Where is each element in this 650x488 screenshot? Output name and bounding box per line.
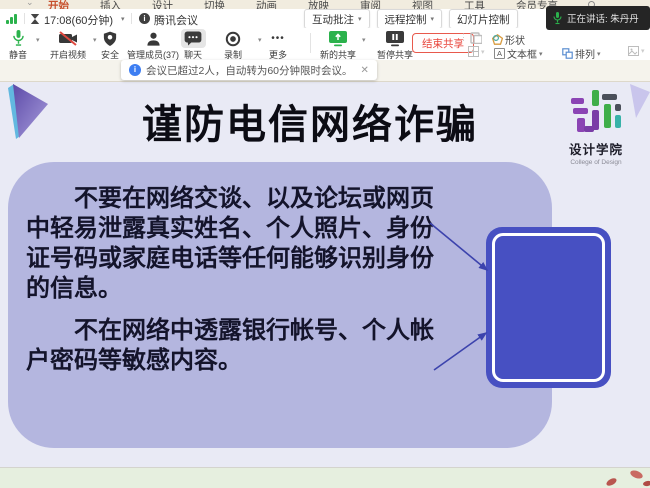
annotation-button-label: 互动批注 bbox=[312, 12, 354, 27]
chevron-down-icon: ▾ bbox=[597, 50, 601, 58]
textbox-icon: A bbox=[494, 48, 505, 59]
chevron-down-icon[interactable]: ▾ bbox=[36, 36, 40, 44]
meeting-toolbar: 静音 ▾ 开启视频 ▾ 安全 管理成员(37) bbox=[0, 28, 650, 60]
chevron-down-icon: ▾ bbox=[481, 48, 485, 56]
align-dropdown[interactable]: ▾ bbox=[468, 46, 485, 57]
ribbon-tab-home[interactable]: 开始 bbox=[48, 0, 69, 9]
ribbon-tab-tools[interactable]: 工具 bbox=[464, 0, 485, 9]
annotation-button[interactable]: 互动批注 ▾ bbox=[304, 9, 370, 29]
ribbon-tab-view[interactable]: 视图 bbox=[412, 0, 433, 9]
arrange-icon bbox=[562, 48, 573, 59]
info-icon: i bbox=[139, 13, 150, 24]
meeting-notification: i 会议已超过2人，自动转为60分钟限时会议。 ✕ bbox=[121, 60, 377, 80]
network-signal-icon bbox=[6, 14, 17, 24]
shared-slide: 谨防电信网络诈骗 设计学院 College of Design 不要在网络交谈、… bbox=[0, 82, 650, 467]
slide-control-button[interactable]: 幻灯片控制 bbox=[449, 9, 518, 29]
chevron-down-icon[interactable]: ▾ bbox=[362, 36, 366, 44]
meeting-float-buttons: 互动批注 ▾ 远程控制 ▾ 幻灯片控制 bbox=[304, 9, 518, 29]
paste-icon[interactable] bbox=[470, 32, 482, 44]
more-dots-icon: ••• bbox=[253, 30, 303, 47]
chevron-down-icon[interactable]: ▾ bbox=[121, 15, 125, 23]
record-icon bbox=[225, 31, 241, 47]
divider bbox=[131, 13, 132, 24]
meeting-timer[interactable]: 17:08(60分钟) bbox=[44, 12, 113, 28]
close-icon[interactable]: ✕ bbox=[361, 65, 369, 76]
drag-handle-glyph: ⋮ bbox=[459, 33, 468, 42]
screen: ⌄ 开始 插入 设计 切换 动画 放映 审阅 视图 工具 会员专享 17:08(… bbox=[0, 0, 650, 488]
shape-tool[interactable]: 形状 bbox=[492, 32, 528, 47]
speaking-indicator-label: 正在讲话: 朱丹丹 bbox=[567, 11, 639, 25]
hourglass-icon bbox=[30, 13, 40, 25]
screen-share-icon bbox=[329, 31, 347, 47]
shape-tool-label: 形状 bbox=[505, 32, 525, 47]
microphone-icon bbox=[12, 30, 25, 47]
flower-petal bbox=[643, 480, 650, 486]
flower-petal bbox=[629, 469, 644, 480]
textbox-tool-label: 文本框 bbox=[507, 46, 537, 61]
shape-icon bbox=[492, 34, 503, 45]
grid-icon bbox=[468, 46, 479, 57]
arrange-tool[interactable]: 排列 ▾ bbox=[562, 46, 601, 61]
ribbon-tab-review[interactable]: 审阅 bbox=[360, 0, 381, 9]
mute-button[interactable]: 静音 bbox=[0, 30, 36, 61]
arrange-tool-label: 排列 bbox=[575, 46, 595, 61]
chevron-down-icon: ▾ bbox=[641, 47, 645, 55]
chevron-down-icon: ▾ bbox=[431, 15, 435, 23]
slide-control-button-label: 幻灯片控制 bbox=[457, 12, 510, 27]
divider bbox=[310, 33, 311, 53]
remote-control-button-label: 远程控制 bbox=[385, 12, 427, 27]
divider bbox=[24, 13, 25, 24]
remote-control-button[interactable]: 远程控制 ▾ bbox=[377, 9, 443, 29]
ribbon-tab-transition[interactable]: 切换 bbox=[204, 0, 225, 9]
flower-petal bbox=[605, 477, 618, 487]
more-button[interactable]: ••• 更多 bbox=[253, 30, 303, 61]
ribbon-tab-insert[interactable]: 插入 bbox=[100, 0, 121, 9]
camera-off-icon bbox=[59, 31, 78, 46]
desktop-wallpaper-strip bbox=[0, 467, 650, 488]
record-button[interactable]: 录制 bbox=[208, 30, 258, 61]
shield-icon bbox=[103, 31, 117, 47]
notification-text: 会议已超过2人，自动转为60分钟限时会议。 bbox=[146, 63, 353, 78]
pause-share-icon bbox=[386, 31, 404, 47]
chevron-down-icon: ▾ bbox=[358, 15, 362, 23]
ribbon-tab-animation[interactable]: 动画 bbox=[256, 0, 277, 9]
speaking-indicator: 正在讲话: 朱丹丹 bbox=[546, 6, 650, 30]
microphone-icon bbox=[553, 12, 562, 25]
connector-arrows bbox=[0, 82, 650, 467]
person-icon bbox=[146, 31, 161, 47]
ribbon-tab-slideshow[interactable]: 放映 bbox=[308, 0, 329, 9]
picture-tool[interactable]: ▾ bbox=[628, 46, 645, 56]
chat-bubble-icon bbox=[184, 31, 202, 46]
picture-icon bbox=[628, 46, 639, 56]
ribbon-tab-design[interactable]: 设计 bbox=[152, 0, 173, 9]
chevron-down-icon: ▾ bbox=[539, 50, 543, 58]
new-share-button[interactable]: 新的共享 bbox=[313, 30, 363, 61]
drag-handle-icon[interactable]: ⋮ bbox=[459, 33, 468, 42]
chevron-down-icon[interactable]: ⌄ bbox=[26, 0, 34, 8]
textbox-tool[interactable]: A 文本框 ▾ bbox=[494, 46, 543, 61]
info-icon: i bbox=[129, 64, 141, 76]
meeting-app-name: 腾讯会议 bbox=[154, 12, 198, 28]
